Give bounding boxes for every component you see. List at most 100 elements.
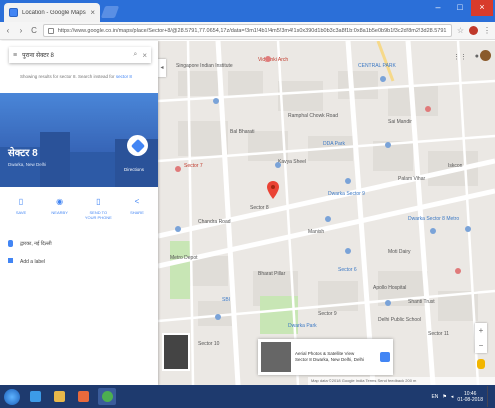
forward-button[interactable]: › — [17, 26, 25, 35]
send-icon: ▯ — [96, 197, 101, 206]
collapse-panel-button[interactable]: ◂ — [158, 59, 166, 77]
tray-flag-icon[interactable]: ⚑ — [442, 394, 446, 400]
action-label: SEND TO YOUR PHONE — [84, 210, 112, 220]
system-tray: EN ⚑ ◂ 10:46 01-08-2018 — [431, 386, 491, 407]
map-label: CENTRAL PARK — [358, 63, 396, 69]
volume-icon[interactable]: ◂ — [451, 394, 454, 400]
browser-toolbar: ‹ › C https://www.google.co.in/maps/plac… — [0, 22, 495, 40]
taskbar-media[interactable] — [74, 388, 92, 405]
map-label: Dwarka Sector 8 Metro — [408, 216, 460, 222]
map-footer: Map data ©2018 Google India Terms Send f… — [308, 377, 495, 385]
pegman-icon[interactable] — [477, 359, 485, 369]
map-label: Bharat Pillar — [258, 271, 286, 277]
taskbar: EN ⚑ ◂ 10:46 01-08-2018 — [0, 385, 495, 408]
avatar[interactable] — [480, 50, 491, 61]
map-label: Bal Bharati — [230, 129, 255, 135]
add-label-link[interactable]: Add a label — [20, 259, 45, 265]
map-label: Delhi Public School — [378, 317, 422, 323]
nearby-icon: ◉ — [56, 197, 64, 206]
map-label: Dwarka Sector 9 — [328, 191, 365, 197]
map-label: Sai Mandir — [388, 119, 412, 125]
window-controls: – □ × — [427, 0, 493, 16]
menu-icon[interactable]: ≡ — [13, 52, 17, 59]
browser-window: Location - Google Maps × – □ × ‹ › C htt… — [0, 0, 495, 408]
place-address[interactable]: द्वारका, नई दिल्ली — [20, 241, 52, 247]
tab-close-icon[interactable]: × — [90, 8, 95, 17]
map-label: Dwarka Park — [288, 323, 317, 329]
language-indicator[interactable]: EN — [431, 394, 438, 400]
search-box[interactable]: ≡ पुराना सेक्टर 8 ⌕ × — [9, 47, 151, 63]
new-tab-button[interactable] — [100, 6, 120, 18]
browser-tab[interactable]: Location - Google Maps × — [4, 3, 100, 22]
lock-icon — [48, 27, 54, 34]
bookmark-star-icon[interactable]: ☆ — [457, 26, 464, 35]
map-label: Apollo Hospital — [373, 285, 407, 291]
save-icon: ▯ — [18, 197, 24, 206]
map-label: Sector 8 — [250, 205, 269, 211]
imagery-directions-icon[interactable] — [380, 352, 390, 362]
search-hint-link[interactable]: sector 8 — [116, 74, 132, 79]
directions-button[interactable] — [127, 135, 148, 156]
show-desktop-button[interactable] — [487, 386, 491, 407]
action-share[interactable]: < SHARE — [122, 197, 152, 220]
map-label: Sector 11 — [428, 331, 450, 337]
satellite-toggle[interactable] — [162, 333, 190, 371]
tab-title: Location - Google Maps — [22, 9, 86, 16]
maximize-button[interactable]: □ — [449, 0, 471, 16]
clock-date: 01-08-2018 — [457, 396, 483, 403]
browser-menu-icon[interactable]: ⋮ — [483, 26, 491, 35]
imagery-card-text: Aerial Photos & Satellite View Sector 8 … — [295, 351, 376, 363]
clear-search-icon[interactable]: × — [142, 51, 147, 60]
plus-code-icon — [8, 258, 13, 263]
media-player-icon — [77, 391, 89, 402]
taskbar-chrome[interactable] — [98, 388, 116, 405]
location-pin-icon — [8, 240, 13, 247]
action-save[interactable]: ▯ SAVE — [6, 197, 36, 220]
zoom-in-button[interactable]: + — [475, 323, 487, 338]
back-button[interactable]: ‹ — [4, 26, 12, 35]
search-hint: Showing results for sector 8. Search ins… — [20, 74, 140, 80]
extension-icon[interactable] — [469, 26, 478, 35]
notifications-icon[interactable]: ● — [475, 53, 479, 60]
place-subtitle: Dwarka, New Delhi — [8, 162, 47, 167]
taskbar-ie[interactable] — [26, 388, 44, 405]
map-label: SBI — [222, 297, 231, 303]
imagery-card[interactable]: Aerial Photos & Satellite View Sector 8 … — [258, 339, 393, 375]
reload-button[interactable]: C — [30, 26, 38, 35]
start-button[interactable] — [4, 388, 20, 405]
clock[interactable]: 10:46 01-08-2018 — [457, 391, 483, 403]
zoom-out-button[interactable]: − — [475, 338, 487, 353]
hero-building — [40, 132, 70, 187]
map-label: Chandra Road — [198, 219, 231, 225]
address-bar[interactable]: https://www.google.co.in/maps/place/Sect… — [43, 24, 452, 37]
map-label: Singapore Indian Institute — [176, 63, 233, 69]
imagery-thumbnail — [261, 342, 291, 372]
map-label: Shanti Trust — [408, 299, 435, 305]
search-icon[interactable]: ⌕ — [133, 51, 137, 59]
close-window-button[interactable]: × — [471, 0, 493, 16]
directions-icon — [130, 138, 145, 153]
map-label: Kavya Sheel — [278, 159, 307, 165]
place-actions: ▯ SAVE ◉ NEARBY ▯ SEND TO YOUR PHONE < S… — [6, 197, 152, 220]
taskbar-explorer[interactable] — [50, 388, 68, 405]
map-label: Iskcon — [448, 163, 463, 169]
place-title: सेक्टर 8 — [8, 148, 38, 159]
action-nearby[interactable]: ◉ NEARBY — [45, 197, 75, 220]
map-label: Palam Vihar — [398, 176, 426, 182]
tab-strip: Location - Google Maps × – □ × — [0, 0, 495, 22]
minimize-button[interactable]: – — [427, 0, 449, 16]
map-label: Moti Dairy — [388, 249, 411, 255]
map-canvas[interactable]: Singapore Indian Institute Vidyanki Arch… — [158, 41, 495, 385]
folder-icon — [53, 391, 65, 402]
action-label: SAVE — [15, 210, 27, 215]
map-label: Sector 10 — [198, 341, 220, 347]
map-label: Sector 7 — [184, 163, 203, 169]
action-send-to-phone[interactable]: ▯ SEND TO YOUR PHONE — [83, 197, 113, 220]
share-icon: < — [134, 197, 140, 206]
search-input[interactable]: पुराना सेक्टर 8 — [22, 51, 128, 59]
google-apps-icon[interactable]: ⋮⋮ — [453, 53, 467, 61]
imagery-subtitle: Sector 8 Dwarka, New Delhi, Delhi — [295, 357, 365, 362]
place-marker-icon[interactable] — [267, 181, 279, 201]
map-label: DDA Park — [323, 141, 345, 147]
url-text: https://www.google.co.in/maps/place/Sect… — [57, 27, 447, 34]
